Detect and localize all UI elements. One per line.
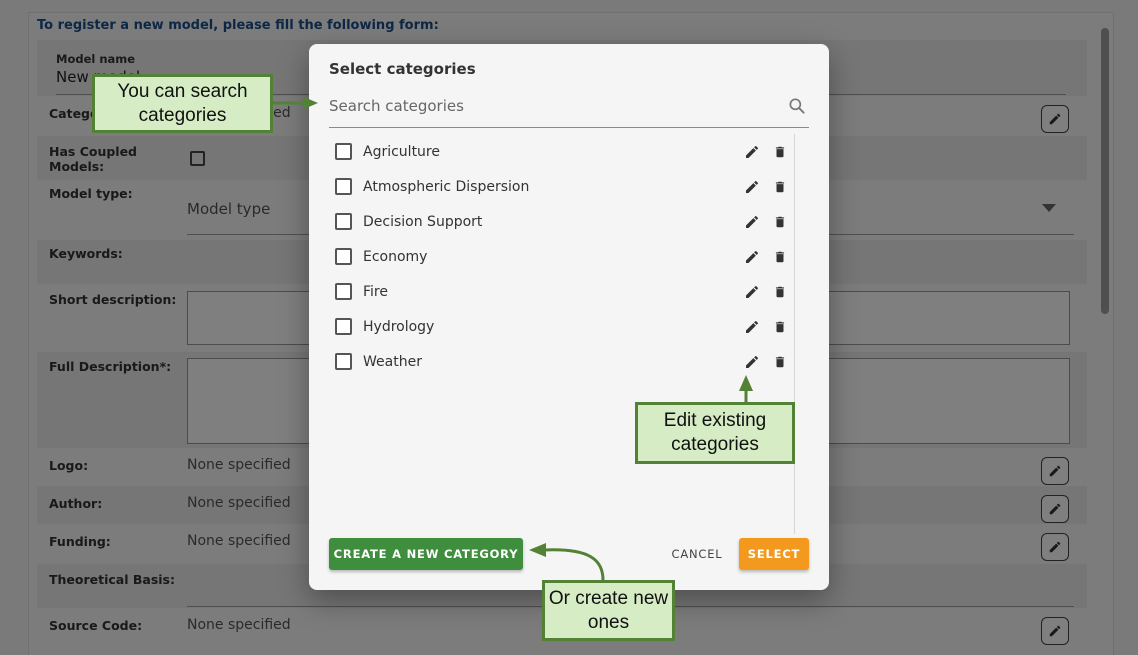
create-callout: Or create new ones xyxy=(542,580,675,641)
edit-callout: Edit existing categories xyxy=(635,402,795,464)
create-callout-arrowhead xyxy=(529,543,546,557)
search-callout-arrowhead xyxy=(304,97,318,109)
edit-callout-arrowhead xyxy=(739,375,753,391)
create-callout-arrow xyxy=(543,548,605,581)
search-callout: You can search categories xyxy=(92,74,273,133)
